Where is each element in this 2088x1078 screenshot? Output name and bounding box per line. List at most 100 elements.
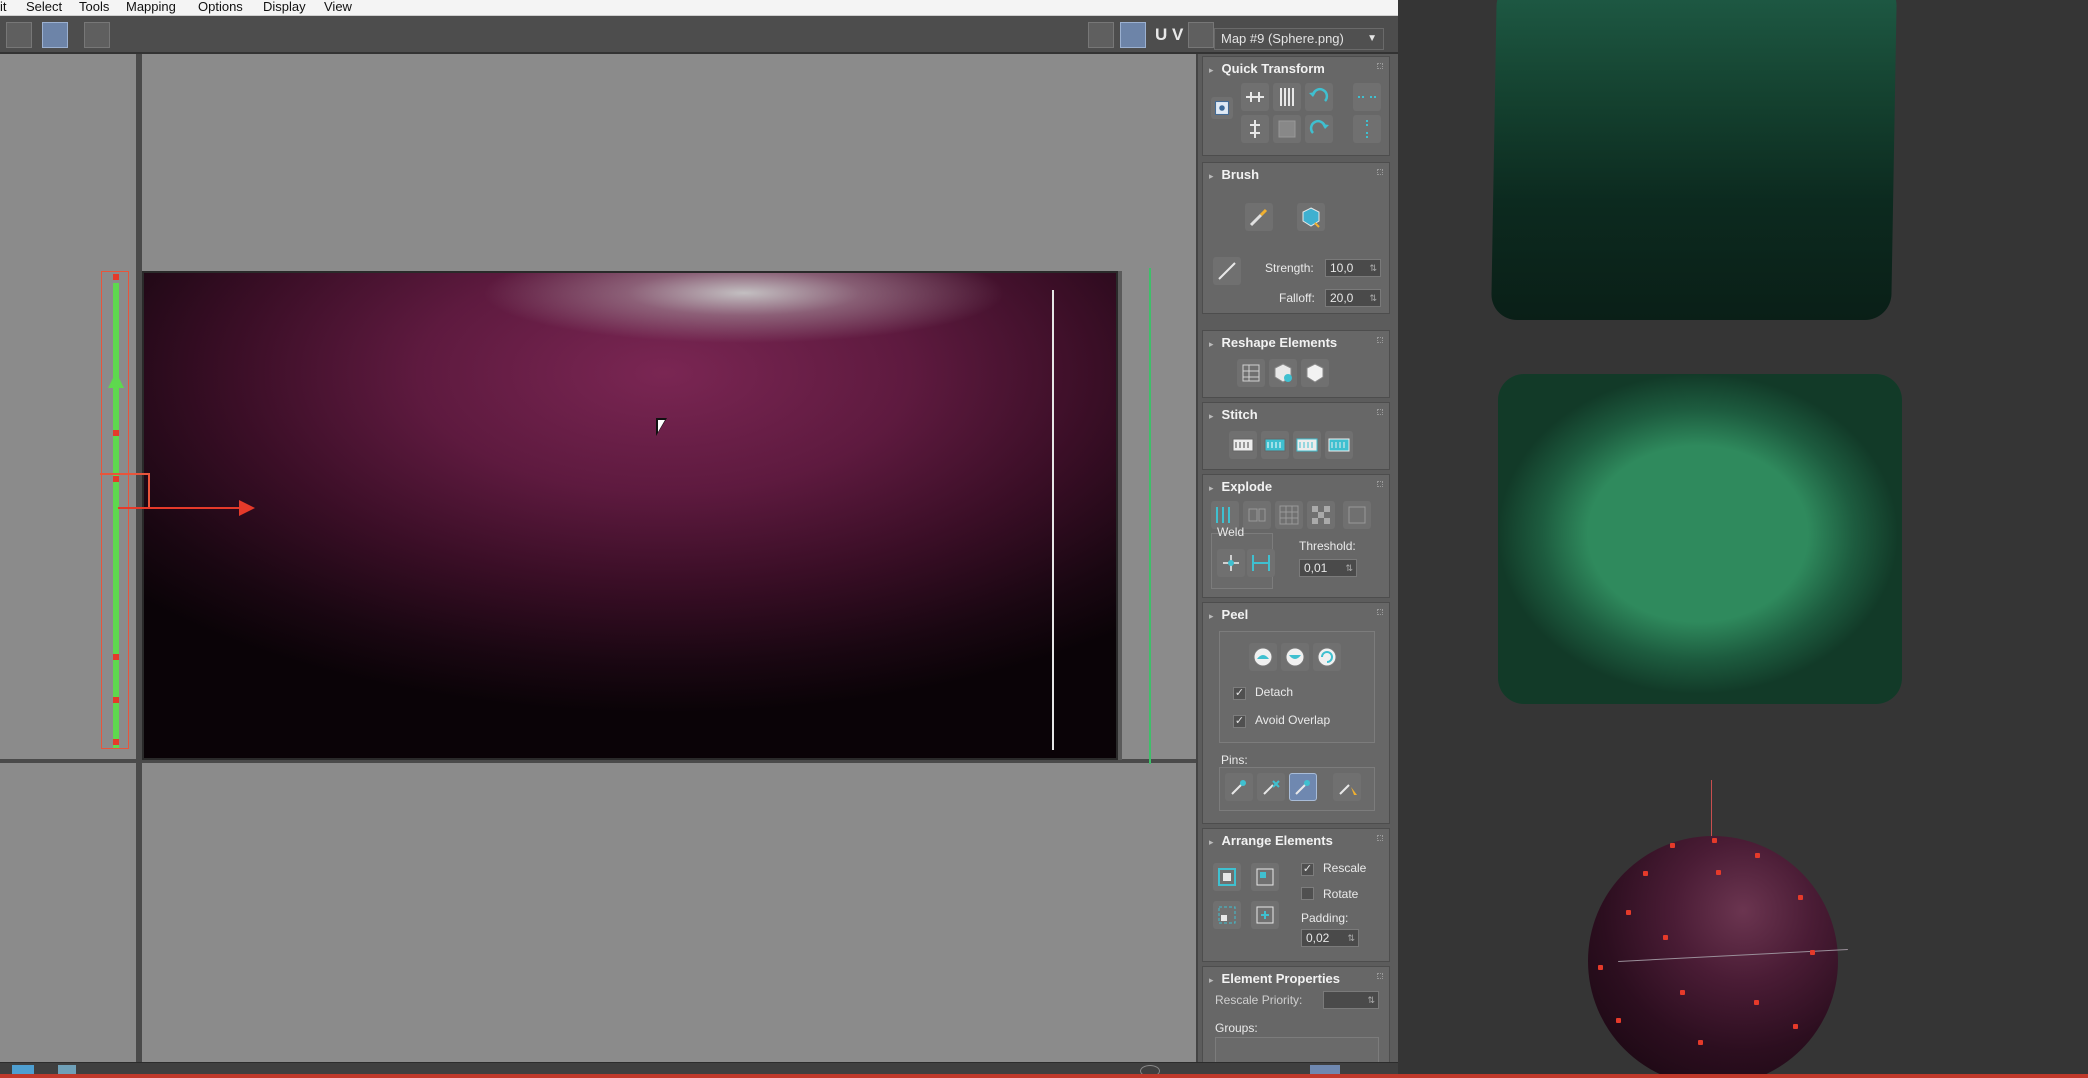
weld-label: Weld (1217, 525, 1245, 539)
transform-gizmo-x-axis[interactable] (118, 507, 240, 509)
menu-select[interactable]: Select (26, 0, 62, 14)
pack-together-icon[interactable] (1251, 863, 1279, 891)
threshold-spinner[interactable]: 0,01 (1299, 559, 1357, 577)
flatten-by-material-icon[interactable] (1307, 501, 1335, 529)
sphere-vertex[interactable] (1798, 895, 1803, 900)
transform-gizmo-plane[interactable] (100, 473, 150, 509)
sphere-vertex[interactable] (1626, 910, 1631, 915)
select-pins-icon[interactable] (1333, 773, 1361, 801)
align-horizontal-icon[interactable] (1241, 83, 1269, 111)
sphere-vertex[interactable] (1616, 1018, 1621, 1023)
sphere-vertex[interactable] (1793, 1024, 1798, 1029)
flip-horizontal-icon[interactable] (1353, 83, 1381, 111)
pivot-icon[interactable] (1211, 97, 1233, 119)
rollout-title[interactable]: Brush (1209, 167, 1260, 182)
uv-vertex[interactable] (113, 274, 119, 280)
weld-all-icon[interactable] (1247, 549, 1275, 577)
sphere-vertex[interactable] (1643, 871, 1648, 876)
rollout-title[interactable]: Quick Transform (1209, 61, 1325, 76)
sphere-vertex[interactable] (1598, 965, 1603, 970)
quick-peel-icon[interactable] (1249, 643, 1277, 671)
select-region-icon[interactable] (6, 22, 32, 48)
show-map-icon[interactable] (1088, 22, 1114, 48)
rescale-priority-spinner[interactable] (1323, 991, 1379, 1009)
uv-shell-strip[interactable] (113, 283, 119, 748)
sphere-vertex[interactable] (1754, 1000, 1759, 1005)
detach-checkbox[interactable]: ✓ (1233, 687, 1246, 700)
checker-pattern-icon[interactable] (1120, 22, 1146, 48)
menu-mapping[interactable]: Mapping (126, 0, 176, 14)
gizmo-x-arrow-icon[interactable] (239, 500, 255, 516)
rescale-checkbox[interactable]: ✓ (1301, 863, 1314, 876)
sphere-vertex[interactable] (1663, 935, 1668, 940)
uv-vertex[interactable] (113, 430, 119, 436)
pin-add-icon[interactable] (1225, 773, 1253, 801)
stitch-average-icon[interactable] (1325, 431, 1353, 459)
sphere-vertex[interactable] (1810, 950, 1815, 955)
rotate-cw-icon[interactable] (1305, 115, 1333, 143)
stitch-source-icon[interactable] (1261, 431, 1289, 459)
menu-options[interactable]: Options (198, 0, 243, 14)
detach-edge-icon[interactable] (1243, 501, 1271, 529)
sphere-vertex[interactable] (1698, 1040, 1703, 1045)
peel-mode-icon[interactable] (1281, 643, 1309, 671)
avoid-overlap-checkbox[interactable]: ✓ (1233, 715, 1246, 728)
weld-selected-icon[interactable] (1217, 549, 1245, 577)
unwrap-editor-window: it Select Tools Mapping Options Display … (0, 0, 1398, 1078)
flatten-options-icon[interactable] (1343, 501, 1371, 529)
sphere-vertex[interactable] (1712, 838, 1717, 843)
green-box-object[interactable] (1491, 0, 1897, 320)
falloff-spinner[interactable]: 20,0 (1325, 289, 1381, 307)
gizmo-y-arrow-icon[interactable] (108, 372, 124, 388)
relax-options-icon[interactable] (1301, 359, 1329, 387)
stitch-custom-icon[interactable] (1229, 431, 1257, 459)
pack-custom-icon[interactable] (1213, 901, 1241, 929)
flatten-by-smoothing-icon[interactable] (1275, 501, 1303, 529)
sphere-vertex[interactable] (1670, 843, 1675, 848)
stitch-target-icon[interactable] (1293, 431, 1321, 459)
freeform-mode-icon[interactable] (42, 22, 68, 48)
pack-normalize-icon[interactable] (1213, 863, 1241, 891)
paint-brush-icon[interactable] (1245, 203, 1273, 231)
straighten-icon[interactable] (1237, 359, 1265, 387)
space-horizontal-icon[interactable] (1273, 115, 1301, 143)
texture-options-icon[interactable] (1188, 22, 1214, 48)
rollout-title[interactable]: Reshape Elements (1209, 335, 1338, 350)
rollout-quick-transform: Quick Transform (1202, 56, 1390, 156)
rollout-title[interactable]: Peel (1209, 607, 1249, 622)
space-vertical-icon[interactable] (1273, 83, 1301, 111)
uv-vertex[interactable] (113, 654, 119, 660)
rollout-title[interactable]: Explode (1209, 479, 1273, 494)
perspective-viewport[interactable] (1398, 0, 2088, 1074)
menu-view[interactable]: View (324, 0, 352, 14)
uv-vertex[interactable] (113, 739, 119, 745)
uv-axis-label[interactable]: U V (1155, 25, 1183, 45)
rotate-checkbox[interactable] (1301, 887, 1314, 900)
green-box-object[interactable] (1498, 374, 1902, 704)
pin-remove-icon[interactable] (1257, 773, 1285, 801)
uv-vertex[interactable] (113, 697, 119, 703)
texture-map-dropdown[interactable]: Map #9 (Sphere.png) ▼ (1214, 28, 1384, 50)
align-vertical-icon[interactable] (1241, 115, 1269, 143)
menu-tools[interactable]: Tools (79, 0, 109, 14)
rollout-title[interactable]: Stitch (1209, 407, 1258, 422)
menu-display[interactable]: Display (263, 0, 306, 14)
sphere-vertex[interactable] (1680, 990, 1685, 995)
reset-peel-icon[interactable] (1313, 643, 1341, 671)
sphere-vertex[interactable] (1755, 853, 1760, 858)
auto-pin-icon[interactable] (1289, 773, 1317, 801)
padding-spinner[interactable]: 0,02 (1301, 929, 1359, 947)
strength-spinner[interactable]: 10,0 (1325, 259, 1381, 277)
flip-vertical-icon[interactable] (1353, 115, 1381, 143)
pack-recenter-icon[interactable] (1251, 901, 1279, 929)
brush-falloff-icon[interactable] (1213, 257, 1241, 285)
rollout-title[interactable]: Element Properties (1209, 971, 1341, 986)
relax-brush-icon[interactable] (1297, 203, 1325, 231)
sphere-vertex[interactable] (1716, 870, 1721, 875)
rollout-brush: Brush Strength: 10,0 Falloff: 20,0 (1202, 162, 1390, 314)
menu-edit[interactable]: it (0, 0, 7, 14)
rotate-ccw-icon[interactable] (1305, 83, 1333, 111)
rollout-title[interactable]: Arrange Elements (1209, 833, 1333, 848)
mirror-icon[interactable] (84, 22, 110, 48)
relax-icon[interactable] (1269, 359, 1297, 387)
